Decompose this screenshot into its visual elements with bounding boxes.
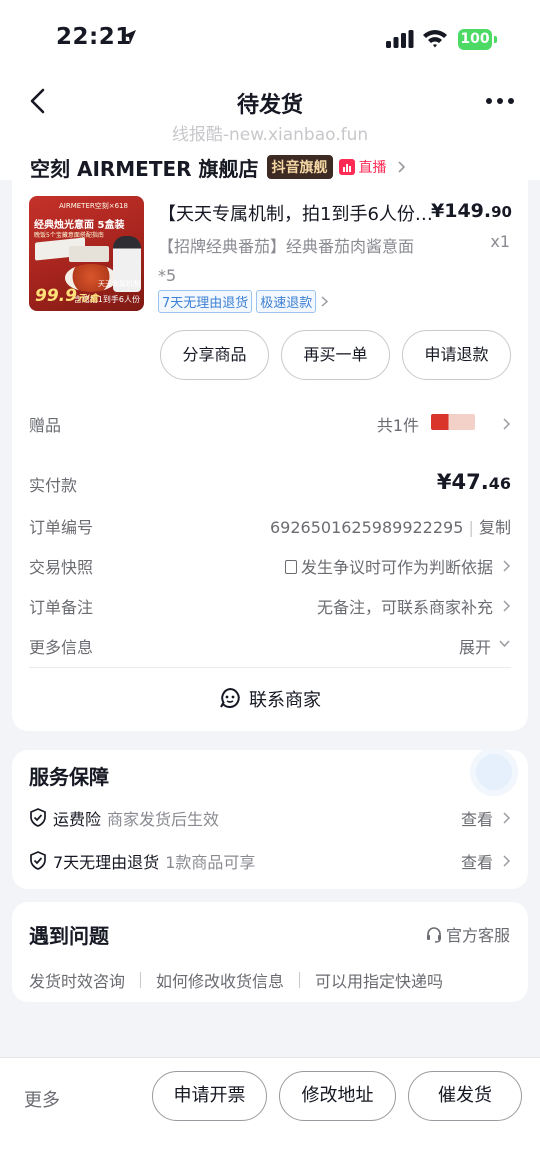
more-info-row[interactable]: 更多信息 展开 bbox=[29, 632, 511, 660]
product-image-price: 99.9元/盒 bbox=[35, 286, 99, 306]
remark-row[interactable]: 订单备注 无备注，可联系商家补充 bbox=[29, 592, 511, 620]
live-badge[interactable]: 直播 bbox=[338, 157, 387, 177]
live-label: 直播 bbox=[358, 160, 387, 176]
flagship-badge: 抖音旗舰 bbox=[266, 155, 333, 179]
paid-label: 实付款 bbox=[29, 476, 78, 495]
view-link[interactable]: 查看 bbox=[461, 806, 493, 830]
location-arrow-icon bbox=[122, 30, 136, 44]
remark-label: 订单备注 bbox=[29, 598, 94, 617]
wifi-icon bbox=[423, 30, 447, 48]
remark-value: 无备注，可联系商家补充 bbox=[316, 598, 493, 617]
divider bbox=[299, 972, 301, 988]
question-change-address[interactable]: 如何修改收货信息 bbox=[156, 968, 284, 992]
problem-card: 遇到问题 官方客服 发货时效咨询 如何修改收货信息 可以用指定快递吗 bbox=[12, 902, 528, 1002]
product-quantity: x1 bbox=[490, 232, 510, 251]
copy-order-number-button[interactable]: 复制 bbox=[479, 518, 511, 537]
divider bbox=[29, 667, 511, 668]
status-bar: 22:21 100 bbox=[0, 0, 540, 70]
product-image-headline: 经典烛光意面 5盒装 bbox=[34, 220, 125, 231]
chevron-right-icon bbox=[503, 812, 511, 824]
product-image[interactable]: AIRMETER空刻×618 经典烛光意面 5盒装 晚饭5个宝藏意面搭配指南 天… bbox=[29, 196, 144, 311]
shield-check-icon bbox=[30, 808, 46, 827]
nav-bar: 待发货 线报酷-new.xianbao.fun bbox=[0, 70, 540, 150]
more-actions-button[interactable]: 更多 bbox=[24, 1086, 60, 1112]
shield-decoration-icon bbox=[466, 744, 522, 800]
chevron-right-icon bbox=[503, 560, 511, 572]
service-item-7day-return[interactable]: 7天无理由退货 1款商品可享 查看 bbox=[29, 847, 511, 873]
chevron-right-icon bbox=[321, 296, 329, 307]
battery-indicator: 100 bbox=[458, 29, 492, 50]
gift-count: 共1件 bbox=[376, 416, 419, 435]
product-image-banner: 天天专属机制 bbox=[98, 280, 140, 288]
gift-label: 赠品 bbox=[29, 416, 62, 435]
product-title[interactable]: 【天天专属机制，拍1到手6人份】空刻经典番茄肉酱意面 bbox=[158, 200, 434, 226]
customer-service-link[interactable]: 官方客服 bbox=[425, 922, 510, 946]
gift-row[interactable]: 赠品 共1件 bbox=[29, 410, 511, 438]
product-image-brand: AIRMETER空刻×618 bbox=[59, 202, 128, 210]
snapshot-label: 交易快照 bbox=[29, 558, 94, 577]
chat-bubble-icon bbox=[220, 687, 240, 708]
service-item-label: 运费险 商家发货后生效 bbox=[53, 810, 220, 829]
shop-header[interactable]: 空刻 AIRMETER 旗舰店 抖音旗舰 直播 bbox=[30, 152, 406, 182]
chevron-right-icon bbox=[503, 418, 511, 430]
urge-shipment-button[interactable]: 催发货 bbox=[408, 1071, 522, 1121]
share-product-button[interactable]: 分享商品 bbox=[160, 330, 269, 380]
product-price: ¥149.90 bbox=[431, 200, 512, 222]
problem-title: 遇到问题 bbox=[29, 924, 109, 948]
page-title: 待发货 bbox=[236, 93, 303, 118]
question-shipping-time[interactable]: 发货时效咨询 bbox=[29, 968, 125, 992]
refund-button[interactable]: 申请退款 bbox=[402, 330, 511, 380]
bottom-action-bar: 更多 申请开票 修改地址 催发货 bbox=[0, 1057, 540, 1170]
service-tags[interactable]: 7天无理由退货 极速退款 bbox=[158, 290, 329, 313]
snapshot-row[interactable]: 交易快照 发生争议时可作为判断依据 bbox=[29, 552, 511, 580]
paid-amount-row: 实付款 ¥47.46 bbox=[29, 470, 511, 498]
battery-tip bbox=[494, 36, 497, 43]
product-spec: 【招牌经典番茄】经典番茄肉酱意面*5 bbox=[158, 237, 415, 285]
product-box-graphic bbox=[69, 246, 109, 262]
watermark-text: 线报酷-new.xianbao.fun bbox=[171, 125, 369, 145]
paid-amount: ¥47.46 bbox=[436, 470, 511, 494]
chevron-down-icon bbox=[499, 640, 510, 648]
divider bbox=[140, 972, 142, 988]
order-number-label: 订单编号 bbox=[29, 518, 94, 537]
expand-label: 展开 bbox=[458, 638, 491, 657]
chevron-right-icon bbox=[503, 600, 511, 612]
order-number-value: 6926501625989922295 | 复制 bbox=[269, 518, 511, 537]
tag-7day-return: 7天无理由退货 bbox=[158, 290, 253, 313]
snapshot-value: 发生争议时可作为判断依据 bbox=[284, 554, 493, 578]
more-options-icon[interactable] bbox=[484, 94, 516, 108]
cellular-signal-icon bbox=[386, 30, 414, 48]
view-link[interactable]: 查看 bbox=[461, 849, 493, 873]
shield-check-icon bbox=[30, 851, 46, 870]
request-invoice-button[interactable]: 申请开票 bbox=[152, 1071, 267, 1121]
service-item-freight-insurance[interactable]: 运费险 商家发货后生效 查看 bbox=[29, 804, 511, 830]
modify-address-button[interactable]: 修改地址 bbox=[279, 1071, 396, 1121]
question-list: 发货时效咨询 如何修改收货信息 可以用指定快递吗 bbox=[29, 968, 443, 992]
more-info-label: 更多信息 bbox=[29, 638, 94, 657]
service-item-label: 7天无理由退货 1款商品可享 bbox=[53, 853, 256, 872]
order-number-row: 订单编号 6926501625989922295 | 复制 bbox=[29, 512, 511, 540]
question-specify-courier[interactable]: 可以用指定快递吗 bbox=[315, 968, 443, 992]
document-icon bbox=[284, 560, 297, 574]
contact-merchant-button[interactable]: 联系商家 bbox=[12, 686, 528, 712]
order-card: AIRMETER空刻×618 经典烛光意面 5盒装 晚饭5个宝藏意面搭配指南 天… bbox=[12, 180, 528, 731]
service-title: 服务保障 bbox=[29, 765, 109, 789]
gift-thumbnail bbox=[431, 414, 475, 430]
chevron-right-icon bbox=[503, 855, 511, 867]
tag-fast-refund: 极速退款 bbox=[256, 290, 317, 313]
rebuy-button[interactable]: 再买一单 bbox=[281, 330, 390, 380]
service-guarantee-card: 服务保障 运费险 商家发货后生效 查看 7天无理由退货 1款商品可享 查看 bbox=[12, 744, 528, 889]
shop-name[interactable]: 空刻 AIRMETER 旗舰店 bbox=[30, 153, 259, 182]
live-chart-icon bbox=[338, 159, 355, 175]
product-image-subline: 晚饭5个宝藏意面搭配指南 bbox=[34, 232, 104, 239]
headset-icon bbox=[426, 927, 441, 943]
chevron-right-icon bbox=[397, 161, 405, 173]
